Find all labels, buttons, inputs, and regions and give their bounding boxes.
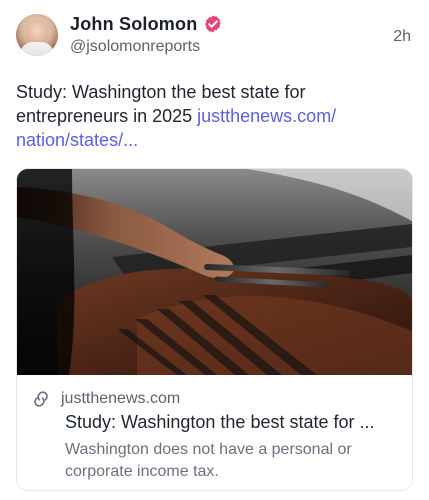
link-card-meta: justthenews.com Study: Washington the be… (17, 375, 412, 490)
post-text: Study: Washington the best state for ent… (16, 80, 412, 152)
link-card-description: Washington does not have a personal or c… (65, 441, 352, 480)
post[interactable]: John Solomon @jsolomonreports 2h Study: … (0, 0, 429, 500)
author-display-name[interactable]: John Solomon (70, 14, 197, 35)
link-card[interactable]: justthenews.com Study: Washington the be… (16, 168, 413, 491)
link-card-image[interactable] (17, 169, 412, 375)
post-time: 2h (393, 28, 411, 45)
author-handle[interactable]: @jsolomonreports (70, 38, 200, 56)
link-card-title[interactable]: Study: Washington the best state for ... (65, 412, 405, 433)
avatar-shirt (20, 42, 54, 56)
link-icon (31, 389, 51, 409)
link-card-domain-row: justthenews.com (31, 389, 180, 409)
verified-badge-icon (203, 14, 223, 34)
link-card-domain: justthenews.com (61, 390, 181, 407)
author-row: John Solomon (70, 12, 223, 36)
avatar[interactable] (16, 14, 58, 56)
